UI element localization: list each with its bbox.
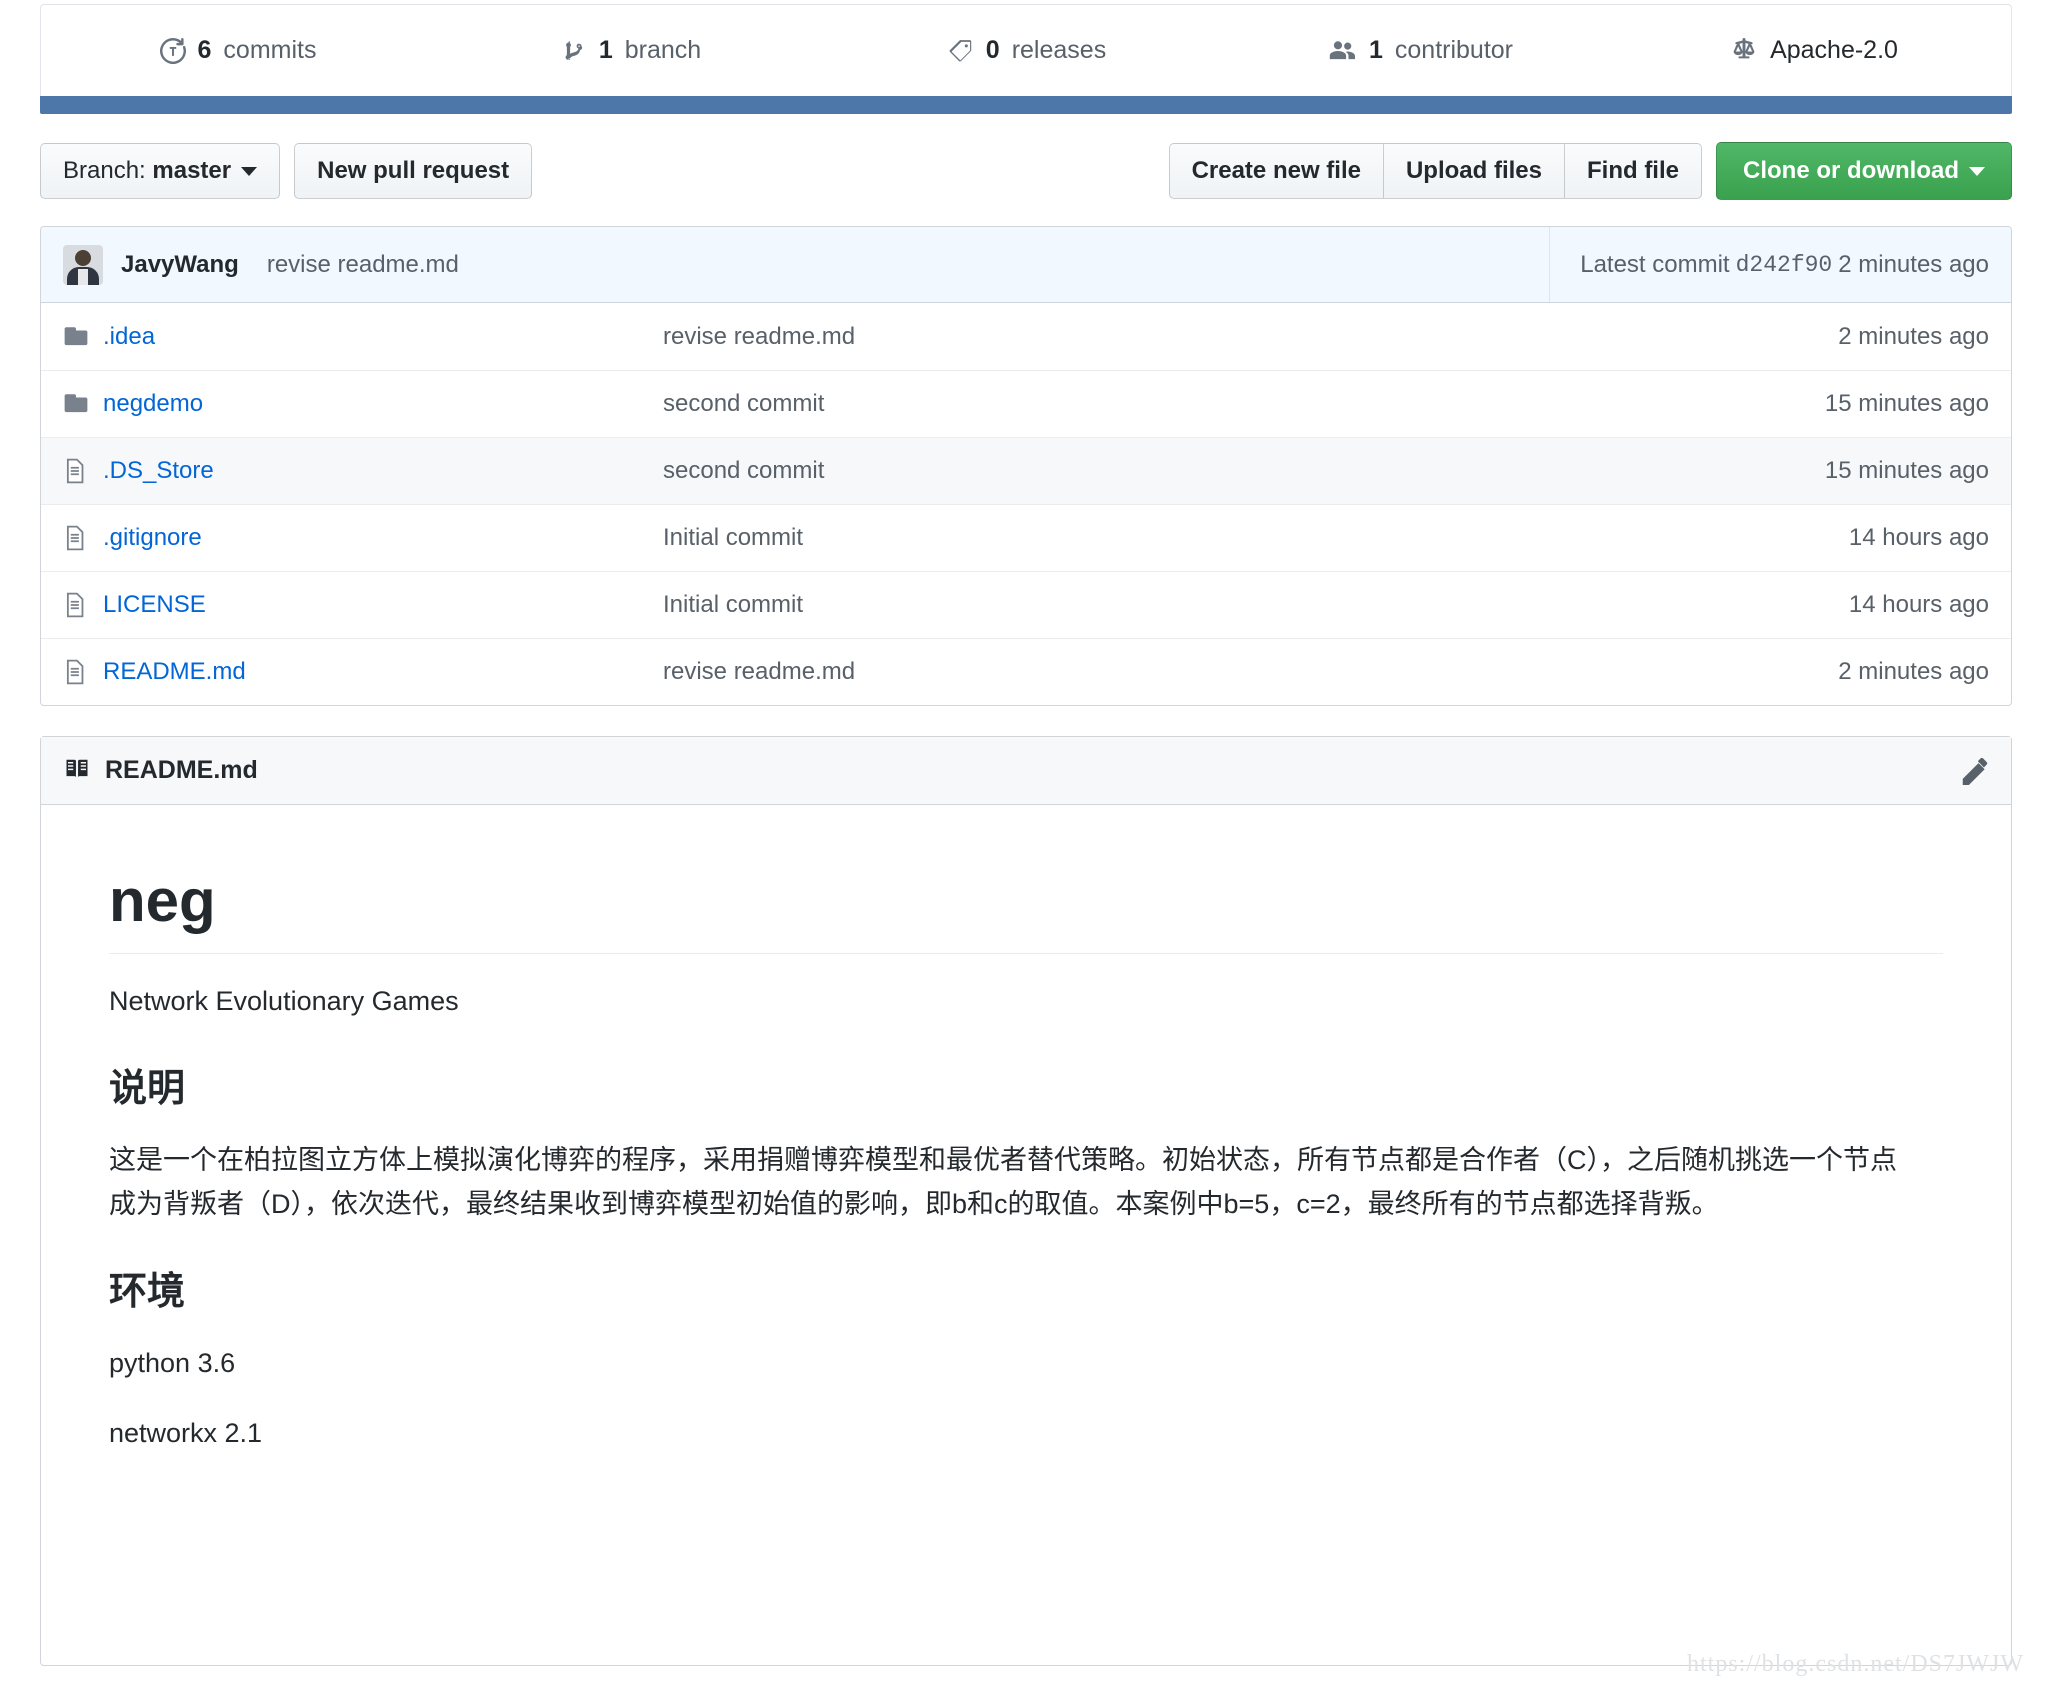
latest-commit-label: Latest commit [1580, 250, 1730, 278]
pencil-icon[interactable] [1961, 757, 1989, 785]
file-name-cell: .DS_Store [103, 457, 663, 485]
file-icon [63, 659, 103, 685]
file-commit-message[interactable]: Initial commit [663, 524, 1659, 552]
stat-contributors[interactable]: 1 contributor [1223, 5, 1617, 96]
file-commit-message[interactable]: second commit [663, 390, 1659, 418]
file-link[interactable]: .idea [103, 323, 155, 350]
table-row[interactable]: README.md revise readme.md 2 minutes ago [41, 638, 2011, 705]
stat-releases-label: releases [1011, 36, 1107, 64]
repo-stats-bar: 6 commits 1 branch 0 releases 1 contribu… [40, 4, 2012, 96]
readme-subtitle: Network Evolutionary Games [109, 986, 459, 1016]
folder-icon [63, 324, 103, 350]
file-actions-group: Create new file Upload files Find file [1168, 143, 1702, 199]
table-row[interactable]: .idea revise readme.md 2 minutes ago [41, 303, 2011, 370]
file-link[interactable]: .gitignore [103, 524, 202, 551]
file-age: 15 minutes ago [1824, 390, 1989, 417]
file-rows: .idea revise readme.md 2 minutes ago neg… [41, 303, 2011, 705]
stat-license-label: Apache-2.0 [1770, 36, 1898, 64]
law-icon [1730, 37, 1758, 64]
stat-branches-label: branch [624, 36, 702, 64]
file-name-cell: LICENSE [103, 591, 663, 619]
readme-env-networkx: networkx 2.1 [109, 1417, 263, 1448]
toolbar-left-group: Branch: master New pull request [40, 143, 533, 199]
readme-env-python: python 3.6 [109, 1348, 236, 1379]
stat-contributors-count: 1 [1368, 36, 1383, 64]
readme-description-paragraph: 这是一个在柏拉图立方体上模拟演化博弈的程序，采用捐赠博弈模型和最优者替代策略。初… [109, 1145, 1897, 1219]
branch-prefix-label: Branch: [63, 157, 146, 184]
chevron-down-icon [1969, 166, 1985, 176]
file-commit-message[interactable]: revise readme.md [663, 658, 1659, 686]
table-row[interactable]: LICENSE Initial commit 14 hours ago [41, 571, 2011, 638]
file-icon [63, 592, 103, 618]
clone-or-download-button[interactable]: Clone or download [1716, 142, 2012, 200]
folder-icon [63, 391, 103, 417]
branch-select-button[interactable]: Branch: master [40, 143, 281, 199]
watermark: https://blog.csdn.net/DS7JWJW [1687, 1651, 2024, 1677]
create-new-file-button[interactable]: Create new file [1168, 143, 1383, 199]
stat-commits-count: 6 [197, 36, 212, 64]
commit-age: 2 minutes ago [1838, 250, 1989, 278]
stat-contributors-label: contributor [1394, 36, 1514, 64]
chevron-down-icon [241, 166, 258, 176]
branch-icon [563, 38, 587, 64]
file-commit-message[interactable]: revise readme.md [663, 323, 1659, 351]
readme-content: neg Network Evolutionary Games 说明 这是一个在柏… [41, 805, 2011, 1516]
readme-filename: README.md [105, 756, 258, 784]
people-icon [1327, 38, 1357, 64]
repo-page: 6 commits 1 branch 0 releases 1 contribu… [40, 4, 2012, 1666]
stat-branches-count: 1 [598, 36, 613, 64]
file-link[interactable]: README.md [103, 658, 246, 685]
file-age: 15 minutes ago [1824, 457, 1989, 484]
commit-message[interactable]: revise readme.md [267, 251, 459, 279]
file-icon [63, 525, 103, 551]
file-link[interactable]: .DS_Store [103, 457, 214, 484]
find-file-button[interactable]: Find file [1564, 143, 1702, 199]
file-name-cell: README.md [103, 658, 663, 686]
latest-commit-meta: Latest commit d242f90 2 minutes ago [1549, 227, 1989, 302]
stat-branches[interactable]: 1 branch [435, 5, 829, 96]
repo-toolbar: Branch: master New pull request Create n… [40, 142, 2012, 200]
readme-h2-environment: 环境 [109, 1270, 186, 1313]
file-browser: JavyWang revise readme.md Latest commit … [40, 226, 2012, 706]
avatar[interactable] [63, 244, 103, 285]
latest-commit-bar: JavyWang revise readme.md Latest commit … [41, 227, 2011, 303]
stat-releases[interactable]: 0 releases [829, 5, 1223, 96]
stat-license[interactable]: Apache-2.0 [1617, 5, 2011, 96]
file-link[interactable]: negdemo [103, 390, 203, 417]
language-color-bar [40, 96, 2012, 114]
upload-files-button[interactable]: Upload files [1382, 143, 1564, 199]
stat-releases-count: 0 [985, 36, 1000, 64]
book-icon [63, 756, 91, 786]
readme-h2-description: 说明 [109, 1067, 186, 1110]
file-name-cell: negdemo [103, 390, 663, 418]
new-pull-request-button[interactable]: New pull request [294, 143, 533, 199]
readme-header: README.md [41, 737, 2011, 805]
toolbar-right-group: Create new file Upload files Find file C… [1168, 142, 2012, 200]
file-age: 14 hours ago [1848, 591, 1989, 618]
file-link[interactable]: LICENSE [103, 591, 206, 618]
file-age: 2 minutes ago [1838, 658, 1989, 685]
file-commit-message[interactable]: Initial commit [663, 591, 1659, 619]
file-age: 14 hours ago [1848, 524, 1989, 551]
file-commit-message[interactable]: second commit [663, 457, 1659, 485]
readme-h1: neg [109, 865, 1943, 954]
readme-header-left: README.md [63, 756, 258, 786]
commit-sha[interactable]: d242f90 [1736, 252, 1833, 278]
table-row[interactable]: negdemo second commit 15 minutes ago [41, 370, 2011, 437]
file-name-cell: .gitignore [103, 524, 663, 552]
clone-or-download-label: Clone or download [1743, 157, 1959, 184]
stat-commits[interactable]: 6 commits [41, 5, 435, 96]
readme-panel: README.md neg Network Evolutionary Games… [40, 736, 2012, 1666]
tag-icon [946, 38, 974, 64]
file-icon [63, 458, 103, 484]
file-name-cell: .idea [103, 323, 663, 351]
branch-name-label: master [152, 157, 232, 184]
table-row[interactable]: .DS_Store second commit 15 minutes ago [41, 437, 2011, 504]
stat-commits-label: commits [223, 36, 317, 64]
table-row[interactable]: .gitignore Initial commit 14 hours ago [41, 504, 2011, 571]
commit-author-name[interactable]: JavyWang [121, 251, 239, 279]
file-age: 2 minutes ago [1838, 322, 1989, 350]
history-icon [159, 37, 186, 64]
latest-commit-author-group: JavyWang revise readme.md [63, 244, 1549, 285]
